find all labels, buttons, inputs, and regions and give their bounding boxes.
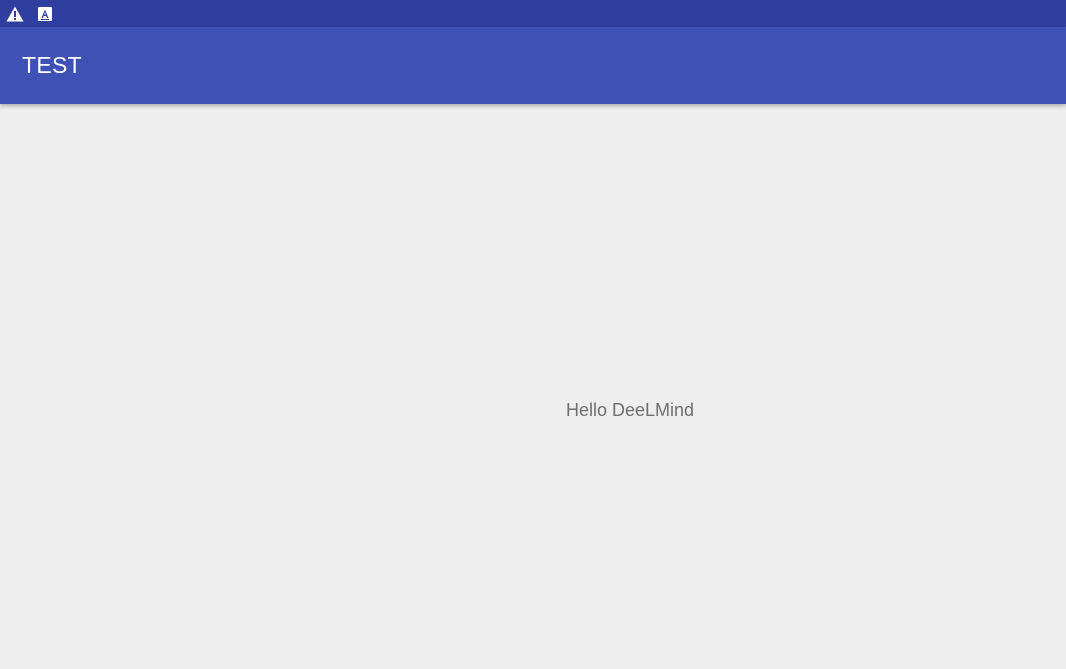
main-content: Hello DeeLMind: [0, 104, 1066, 669]
hello-text: Hello DeeLMind: [566, 400, 695, 420]
status-bar: [0, 0, 1066, 27]
app-title: TEST: [22, 52, 82, 78]
warning-icon: [6, 5, 24, 23]
text-a-icon: [36, 5, 54, 23]
app-bar: TEST: [0, 27, 1066, 104]
